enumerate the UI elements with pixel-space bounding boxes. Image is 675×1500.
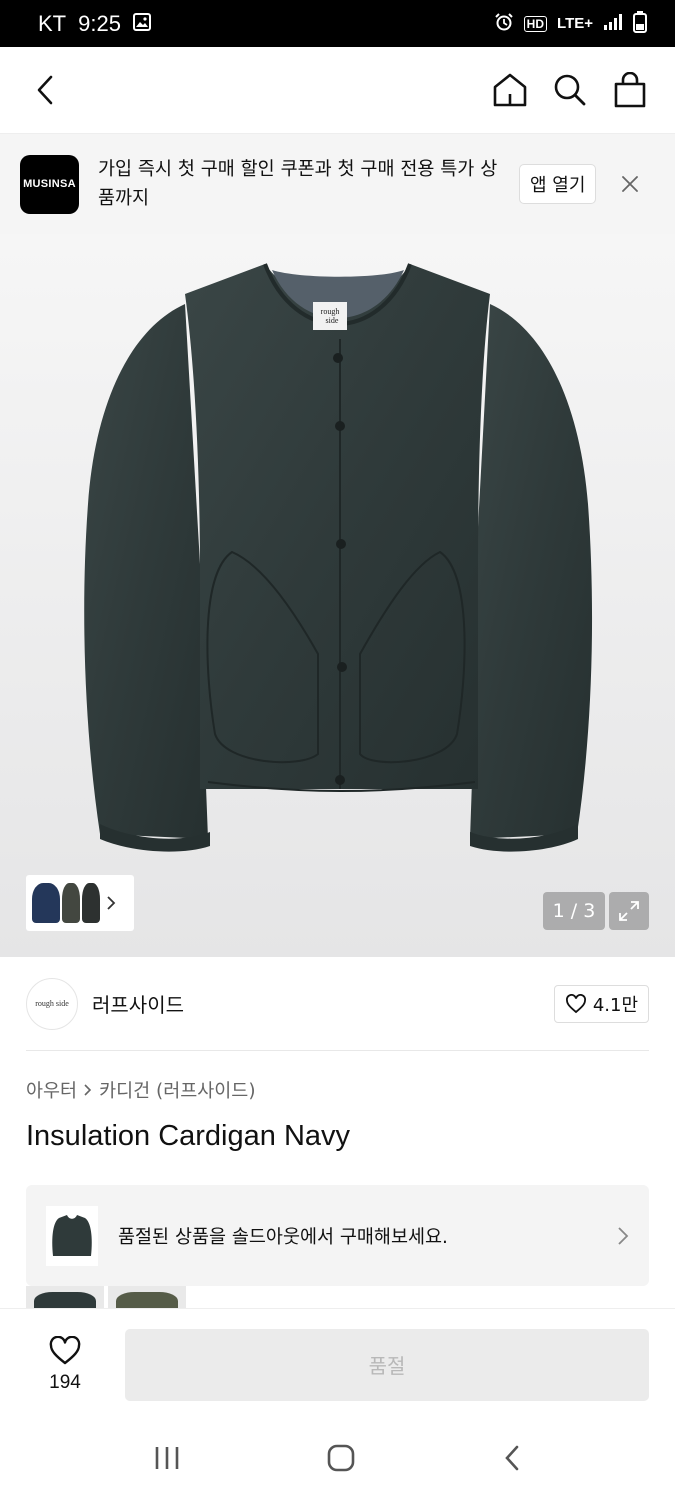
product-image-gallery[interactable]: rough side 1 / 3 (0, 234, 675, 957)
cart-button[interactable] (611, 71, 649, 109)
musinsa-logo: MUSINSA (20, 154, 79, 214)
heart-icon (565, 993, 586, 1013)
breadcrumb-category[interactable]: 아우터 (26, 1077, 77, 1103)
related-thumbnail[interactable] (26, 1286, 104, 1308)
search-button[interactable] (551, 71, 589, 109)
home-button[interactable] (491, 71, 529, 109)
soldout-product-thumbnail (46, 1205, 98, 1266)
carrier-text: KT (38, 10, 67, 36)
chevron-right-icon (107, 896, 116, 910)
garment-label-line2: side (326, 316, 339, 325)
home-icon (493, 73, 527, 107)
brand-like-button[interactable]: 4.1만 (553, 984, 649, 1023)
soldout-buy-button[interactable]: 품절 (125, 1328, 649, 1401)
hd-voice-icon: HD (523, 15, 548, 32)
soldout-message: 품절된 상품을 솔드아웃에서 구매해보세요. (118, 1226, 448, 1248)
banner-message: 가입 즉시 첫 구매 할인 쿠폰과 첫 구매 전용 특가 상품까지 (98, 159, 498, 209)
system-navigation-bar (0, 1420, 675, 1500)
garment-label-line1: rough (321, 307, 340, 316)
thumbnail-khaki[interactable] (62, 883, 80, 923)
back-button[interactable] (26, 71, 64, 109)
expand-icon (619, 901, 639, 921)
product-title: Insulation Cardigan Navy (26, 1120, 351, 1152)
open-app-button[interactable]: 앱 열기 (519, 164, 597, 204)
app-header (0, 47, 675, 134)
home-nav-button[interactable] (326, 1443, 356, 1477)
brand-like-count: 4.1만 (592, 994, 638, 1016)
home-circle-icon (328, 1444, 355, 1472)
status-bar: KT 9:25 HD LTE+ (0, 0, 675, 47)
status-right: HD LTE+ (494, 10, 647, 37)
battery-icon (633, 10, 647, 37)
back-icon (37, 75, 53, 105)
gallery-page-counter: 1 / 3 (543, 892, 605, 930)
header-actions (491, 71, 649, 109)
brand-avatar[interactable]: rough side (26, 977, 78, 1030)
breadcrumb: 아우터 카디건 (러프사이드) (26, 1077, 256, 1103)
breadcrumb-subcategory[interactable]: 카디건 (러프사이드) (99, 1077, 255, 1103)
close-icon (622, 176, 639, 192)
chevron-right-icon (618, 1226, 629, 1245)
gallery-notification-icon (132, 11, 151, 37)
back-nav-icon (505, 1445, 519, 1471)
clock-text: 9:25 (78, 10, 121, 36)
brand-name[interactable]: 러프사이드 (92, 989, 184, 1018)
cart-icon (614, 72, 646, 108)
app-install-banner: MUSINSA 가입 즉시 첫 구매 할인 쿠폰과 첫 구매 전용 특가 상품까… (0, 134, 675, 234)
signal-icon (603, 13, 623, 35)
purchase-bar: 194 품절 (0, 1308, 675, 1420)
brand-row[interactable]: rough side 러프사이드 4.1만 (26, 957, 649, 1051)
product-like-count: 194 (49, 1371, 81, 1393)
related-thumbnails (26, 1286, 186, 1308)
search-icon (554, 74, 586, 106)
soldout-promo-card[interactable]: 품절된 상품을 솔드아웃에서 구매해보세요. (26, 1185, 649, 1286)
related-thumbnail[interactable] (108, 1286, 186, 1308)
chevron-right-icon (84, 1084, 92, 1096)
thumbnail-navy[interactable] (32, 883, 60, 923)
close-banner-button[interactable] (620, 174, 640, 194)
network-type-text: LTE+ (557, 15, 593, 32)
thumbnail-charcoal[interactable] (82, 883, 100, 923)
color-thumbnails[interactable] (26, 875, 134, 931)
recent-apps-icon (155, 1447, 179, 1469)
recent-apps-button[interactable] (153, 1445, 181, 1475)
product-like-button[interactable]: 194 (26, 1335, 104, 1394)
heart-icon (49, 1335, 81, 1364)
status-left: KT 9:25 (38, 11, 151, 37)
alarm-icon (494, 12, 514, 36)
back-nav-button[interactable] (502, 1444, 522, 1476)
expand-image-button[interactable] (609, 892, 649, 930)
product-photo: rough side (84, 263, 593, 852)
